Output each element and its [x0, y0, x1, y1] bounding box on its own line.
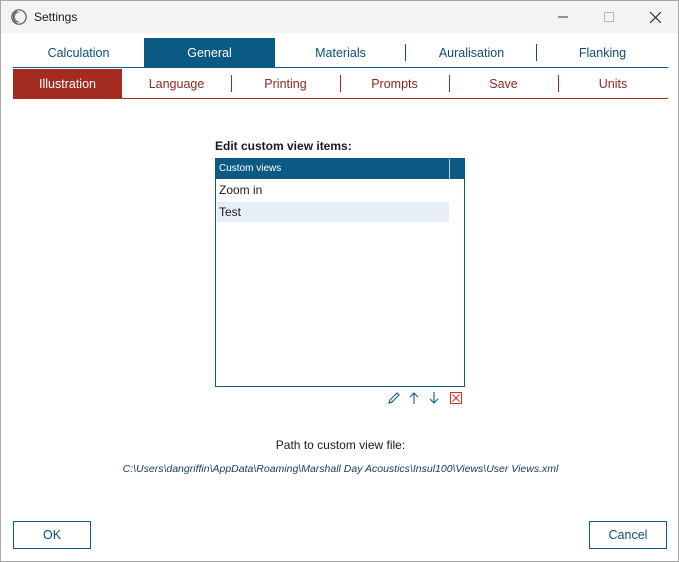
custom-views-list[interactable]: Custom views Zoom in Test	[215, 158, 465, 387]
edit-item-button[interactable]	[386, 390, 402, 406]
list-column-header[interactable]: Custom views	[216, 159, 464, 179]
maximize-icon	[604, 12, 614, 22]
tab-general[interactable]: General	[144, 38, 275, 67]
tab-auralisation[interactable]: Auralisation	[406, 38, 537, 67]
tab-printing[interactable]: Printing	[231, 69, 340, 98]
maximize-button	[586, 1, 632, 33]
tab-prompts[interactable]: Prompts	[340, 69, 449, 98]
move-down-icon	[429, 392, 439, 404]
app-logo-icon	[11, 9, 27, 25]
edit-icon	[388, 392, 400, 404]
move-down-button[interactable]	[426, 390, 442, 406]
minimize-icon	[558, 16, 568, 18]
tab-language[interactable]: Language	[122, 69, 231, 98]
tab-materials[interactable]: Materials	[275, 38, 406, 67]
tab-flanking[interactable]: Flanking	[537, 38, 668, 67]
move-up-icon	[409, 392, 419, 404]
tab-calculation[interactable]: Calculation	[13, 38, 144, 67]
tab-illustration[interactable]: Illustration	[13, 69, 122, 98]
settings-window: Settings Calculation General Materials A…	[0, 0, 679, 562]
list-item-selected[interactable]: Test	[217, 202, 449, 222]
secondary-tab-bar: Illustration Language Printing Prompts S…	[13, 69, 668, 99]
path-label: Path to custom view file:	[275, 438, 406, 452]
move-up-button[interactable]	[406, 390, 422, 406]
minimize-button[interactable]	[540, 1, 586, 33]
list-item[interactable]: Zoom in	[217, 180, 449, 200]
column-header-label: Custom views	[219, 163, 282, 174]
tab-save[interactable]: Save	[449, 69, 558, 98]
title-bar: Settings	[1, 1, 678, 33]
window-title: Settings	[34, 10, 78, 24]
close-icon	[649, 11, 661, 23]
list-item-label: Zoom in	[219, 183, 263, 197]
ok-button[interactable]: OK	[13, 521, 91, 549]
close-button[interactable]	[632, 1, 678, 33]
delete-item-button[interactable]	[448, 390, 464, 406]
column-divider[interactable]	[449, 159, 450, 179]
tab-units[interactable]: Units	[558, 69, 668, 98]
primary-tab-bar: Calculation General Materials Auralisati…	[13, 38, 668, 68]
cancel-button[interactable]: Cancel	[589, 521, 667, 549]
delete-icon	[449, 391, 463, 405]
path-value: C:\Users\dangriffin\AppData\Roaming\Mars…	[122, 463, 559, 475]
custom-views-heading: Edit custom view items:	[215, 139, 352, 153]
list-item-label: Test	[219, 205, 242, 219]
